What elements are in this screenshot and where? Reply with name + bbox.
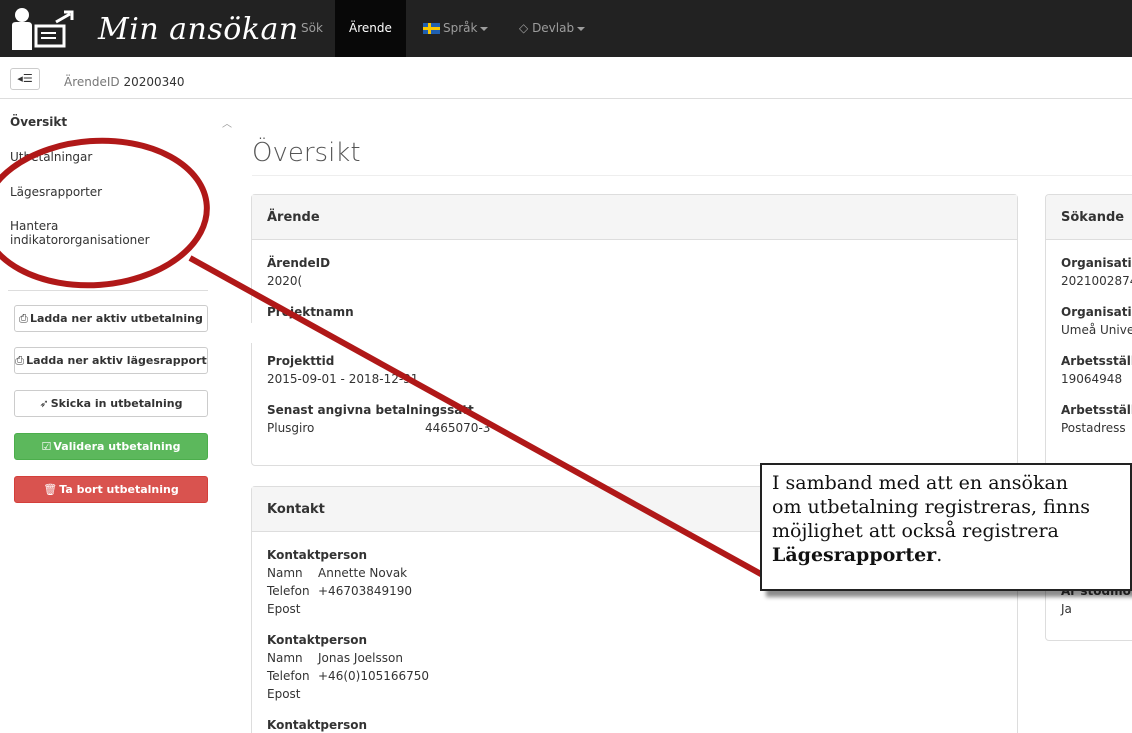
org-value-2: Umeå Unive: [1061, 323, 1132, 337]
callout-period: .: [936, 544, 943, 566]
contact-person-label: Kontaktperson: [267, 548, 368, 562]
top-navbar: Min ansökan Sök Ärende Språk ◇ Devlab: [0, 0, 1132, 57]
sidebar: Översikt Utbetalningar Lägesrapporter Ha…: [0, 100, 220, 733]
arende-id-value: 2020(: [267, 274, 303, 288]
contact-name-key: Namn: [267, 566, 303, 580]
arende-id-label: ÄrendeID: [267, 256, 331, 270]
download-report-label: Ladda ner aktiv lägesrapport: [26, 354, 207, 367]
nav-sprak[interactable]: Språk: [409, 0, 502, 57]
panel-gap: [250, 323, 258, 343]
breadcrumb-bar: ◂☰ ÄrendeID 20200340: [0, 57, 1132, 99]
brand[interactable]: Min ansökan: [8, 6, 299, 52]
submit-payment-label: Skicka in utbetalning: [50, 397, 183, 410]
delete-payment-button[interactable]: 🗑 Ta bort utbetalning: [14, 476, 208, 503]
work-label-1: Arbetsställ: [1061, 354, 1132, 368]
app-title: Min ansökan: [98, 11, 299, 47]
org-label-2: Organisatio: [1061, 305, 1132, 319]
contact-email-key: Epost: [267, 687, 301, 701]
applicant-logo-icon: [8, 6, 88, 52]
page-title: Översikt: [252, 138, 361, 168]
title-divider: [252, 175, 1132, 176]
pdf-icon: ⎙: [19, 312, 28, 325]
work-label-2: Arbetsställ: [1061, 403, 1132, 417]
callout-line-1: I samband med att en ansökan: [772, 472, 1069, 494]
download-payment-label: Ladda ner aktiv utbetalning: [29, 312, 203, 325]
nav-sok[interactable]: Sök: [287, 0, 337, 57]
arende-panel: Ärende ÄrendeID 2020( Projektnamn Projek…: [250, 194, 1018, 466]
callout-emphasis: Lägesrapporter: [772, 544, 937, 566]
contact-phone-key: Telefon: [267, 584, 310, 598]
delete-payment-label: Ta bort utbetalning: [59, 483, 179, 496]
breadcrumb: ÄrendeID 20200340: [64, 75, 185, 89]
callout-line-3: möjlighet att också registrera: [772, 520, 1059, 542]
sidebar-divider: [8, 290, 208, 291]
nav-devlab-label: Devlab: [532, 21, 575, 35]
project-name-label: Projektnamn: [267, 305, 354, 319]
org-label-1: Organisatio: [1061, 256, 1132, 270]
chevron-down-icon: [577, 26, 586, 31]
send-icon: ➶: [39, 397, 49, 410]
support-value: Ja: [1061, 602, 1072, 616]
payment-method-type: Plusgiro: [267, 421, 315, 435]
sidebar-item-lagesrapporter[interactable]: Lägesrapporter: [10, 185, 102, 199]
collapse-menu-icon: ◂☰: [17, 72, 33, 85]
sidebar-toggle-button[interactable]: ◂☰: [10, 68, 40, 90]
sokande-panel-heading: Sökande: [1046, 195, 1132, 240]
diamond-icon: ◇: [519, 21, 529, 35]
work-value-1: 19064948: [1061, 372, 1123, 386]
work-value-2: Postadress: [1061, 421, 1126, 435]
chevron-down-icon: [480, 26, 489, 31]
sidebar-item-hantera[interactable]: Hantera indikatororganisationer: [10, 219, 150, 247]
contact-name-value: Annette Novak: [318, 566, 408, 580]
download-report-button[interactable]: ⎙ Ladda ner aktiv lägesrapport: [14, 347, 208, 374]
project-time-value: 2015-09-01 - 2018-12-31: [267, 372, 419, 386]
breadcrumb-prefix: ÄrendeID: [64, 75, 120, 89]
contact-person-label: Kontaktperson: [267, 718, 368, 732]
submit-payment-button[interactable]: ➶ Skicka in utbetalning: [14, 390, 208, 417]
sidebar-item-utbetalningar[interactable]: Utbetalningar: [10, 150, 92, 164]
nav-devlab[interactable]: ◇ Devlab: [505, 0, 599, 57]
breadcrumb-id: 20200340: [123, 75, 185, 89]
check-square-icon: ☑: [41, 440, 52, 453]
annotation-callout: I samband med att en ansökan om utbetaln…: [760, 463, 1132, 591]
contact-name-key: Namn: [267, 651, 303, 665]
sweden-flag-icon: [423, 23, 440, 34]
callout-line-2: om utbetalning registreras, finns: [772, 496, 1090, 518]
contact-email-key: Epost: [267, 602, 301, 616]
trash-icon: 🗑: [43, 483, 58, 496]
payment-method-label: Senast angivna betalningssätt: [267, 403, 474, 417]
nav-arende[interactable]: Ärende: [335, 0, 406, 57]
arende-panel-heading: Ärende: [252, 195, 1017, 240]
contact-phone-key: Telefon: [267, 669, 310, 683]
sidebar-item-hantera-line1: Hantera: [10, 219, 59, 233]
nav-sprak-label: Språk: [443, 21, 478, 35]
validate-payment-button[interactable]: ☑ Validera utbetalning: [14, 433, 208, 460]
pdf-icon: ⎙: [15, 354, 25, 367]
contact-phone-value: +46(0)105166750: [318, 669, 430, 683]
download-payment-button[interactable]: ⎙ Ladda ner aktiv utbetalning: [14, 305, 208, 332]
sidebar-item-oversikt[interactable]: Översikt: [10, 115, 67, 129]
callout-line-4: Lägesrapporter.: [772, 543, 1120, 567]
payment-method-number: 4465070-3: [425, 421, 491, 435]
contact-phone-value: +46703849190: [318, 584, 413, 598]
contact-name-value: Jonas Joelsson: [318, 651, 403, 665]
chevron-up-icon[interactable]: ︿: [222, 115, 232, 130]
contact-person-label: Kontaktperson: [267, 633, 368, 647]
org-value-1: 20210028741: [1061, 274, 1132, 288]
validate-payment-label: Validera utbetalning: [53, 440, 181, 453]
sidebar-item-hantera-line2: indikatororganisationer: [10, 233, 150, 247]
project-time-label: Projekttid: [267, 354, 335, 368]
